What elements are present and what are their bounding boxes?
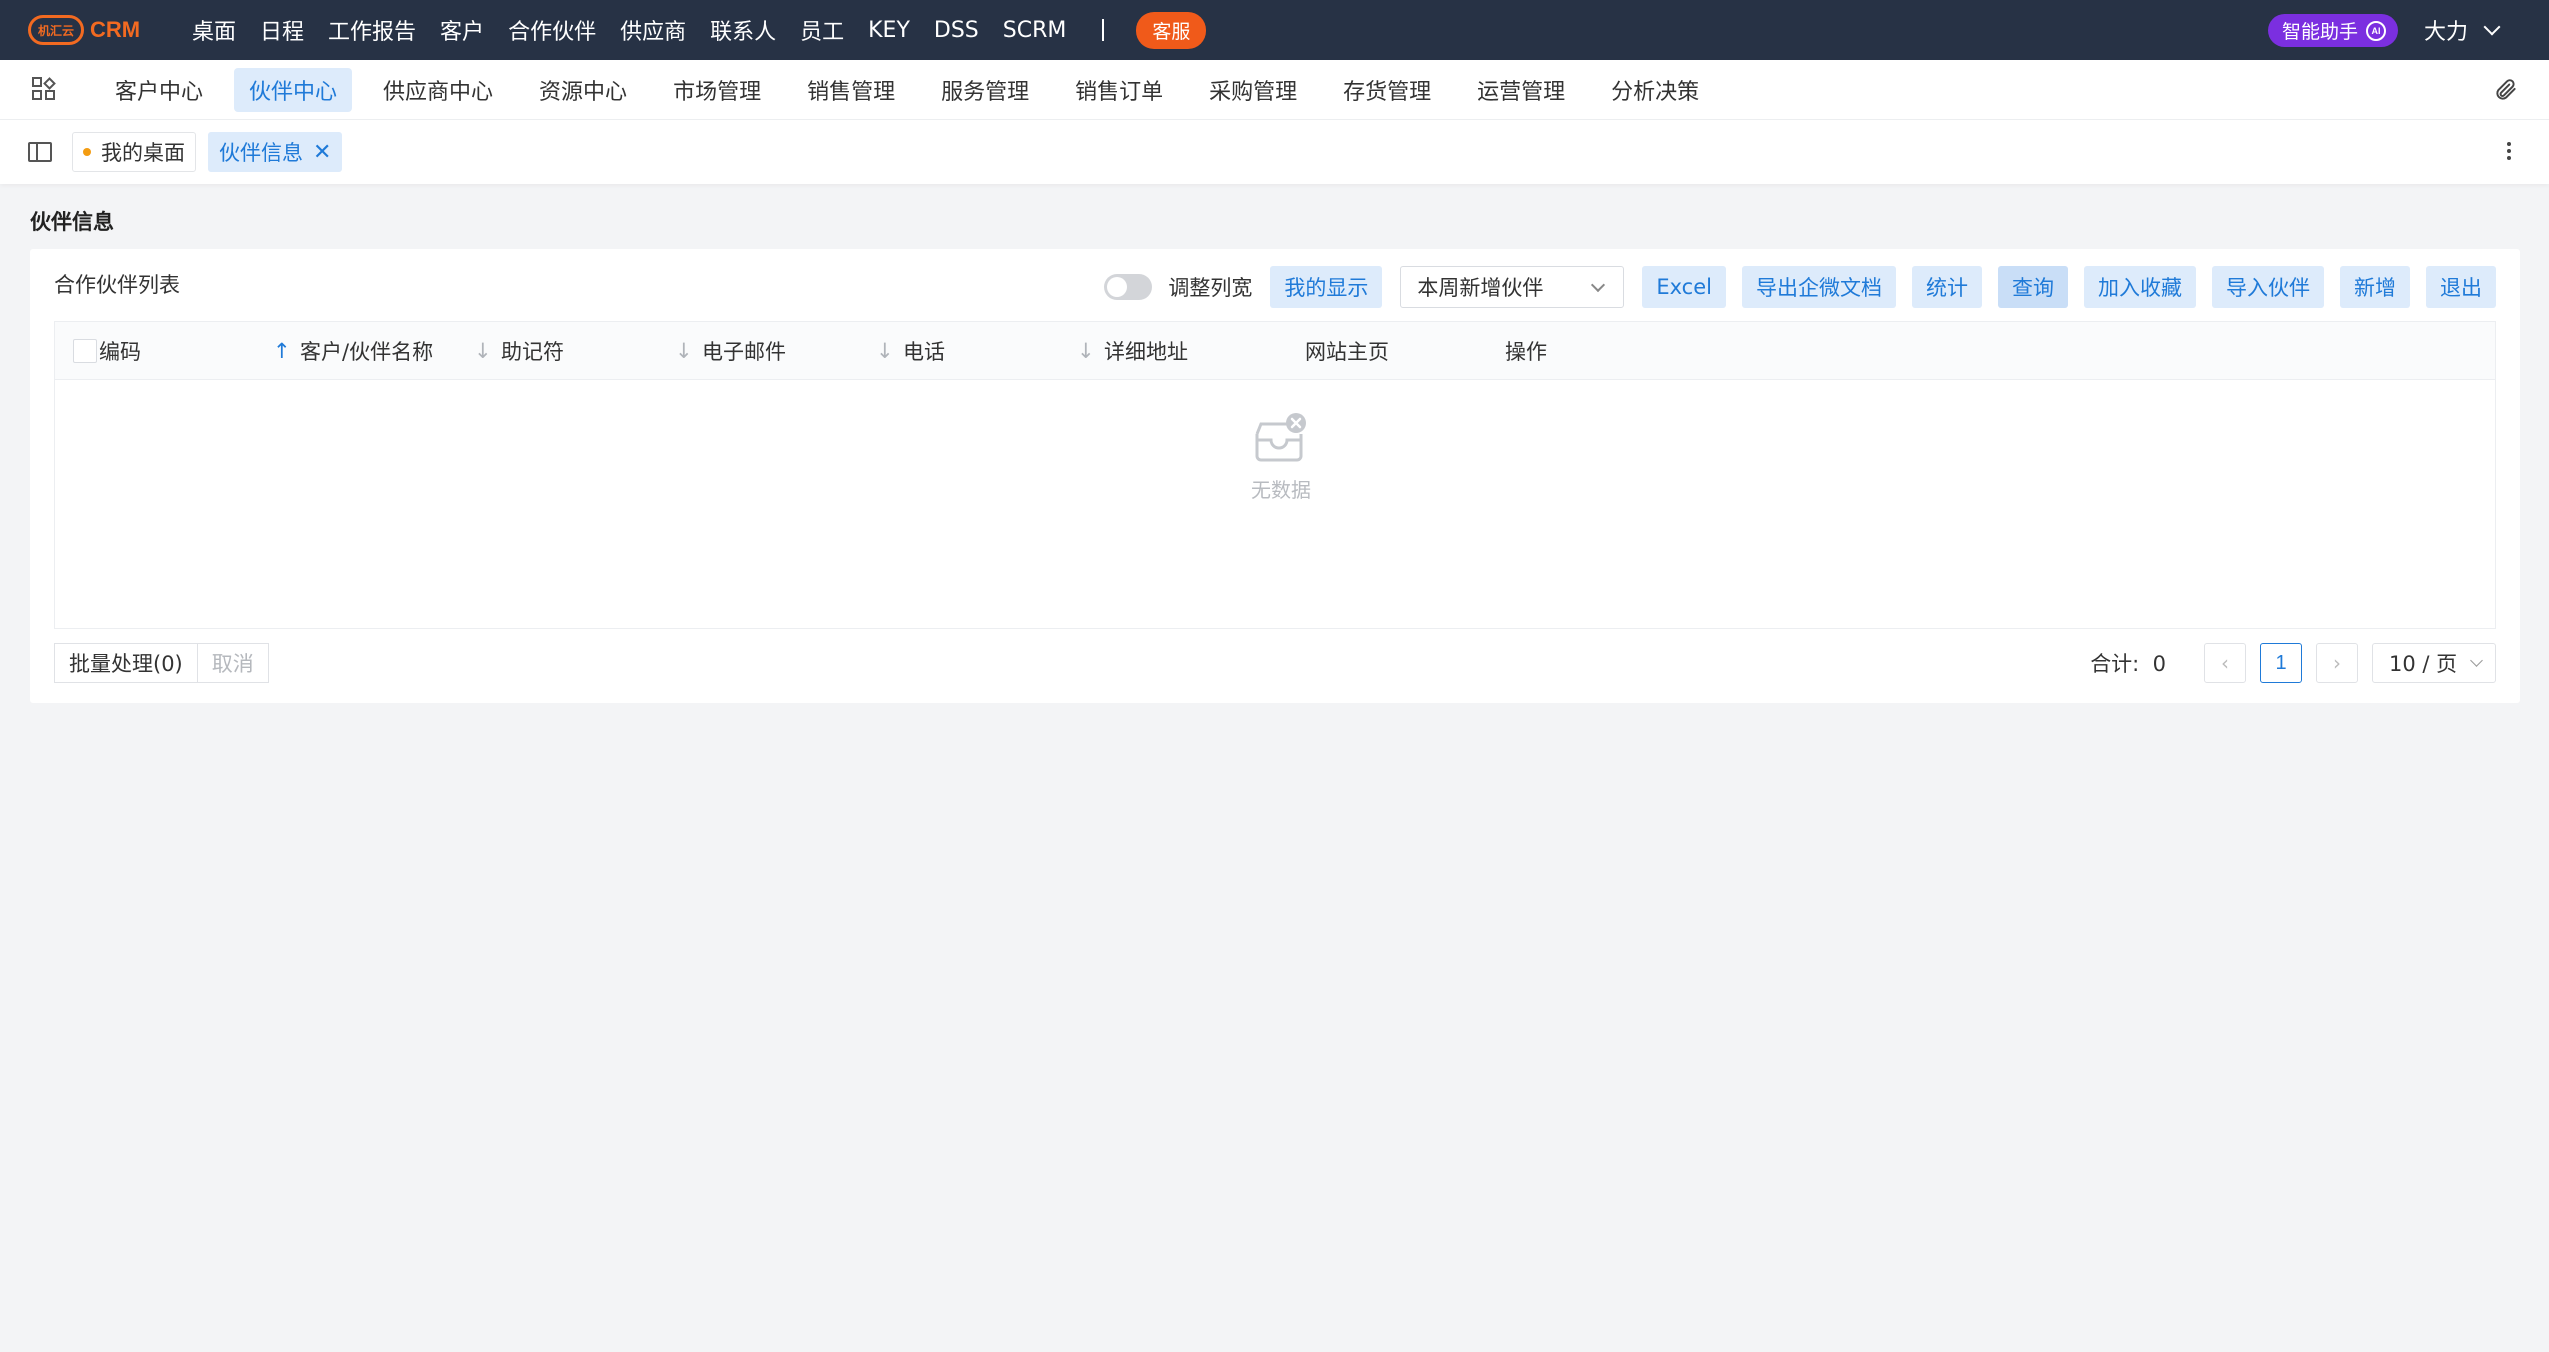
module-tab-inventory[interactable]: 存货管理: [1328, 68, 1446, 112]
module-tab-sales[interactable]: 销售管理: [792, 68, 910, 112]
paperclip-icon[interactable]: [2493, 77, 2519, 103]
module-tab-operations[interactable]: 运营管理: [1462, 68, 1580, 112]
page-size-select[interactable]: 10 / 页: [2372, 643, 2496, 683]
sort-desc-icon[interactable]: ↓: [675, 322, 693, 380]
topnav-item-desktop[interactable]: 桌面: [192, 14, 236, 46]
chevron-down-icon: [2470, 654, 2483, 667]
topnav-item-employee[interactable]: 员工: [800, 14, 844, 46]
my-display-button[interactable]: 我的显示: [1270, 266, 1383, 308]
logo-text: CRM: [90, 17, 141, 42]
add-favorite-button[interactable]: 加入收藏: [2084, 266, 2196, 308]
import-partner-button[interactable]: 导入伙伴: [2212, 266, 2324, 308]
topnav-item-partner[interactable]: 合作伙伴: [508, 14, 596, 46]
adjust-width-label: 调整列宽: [1168, 276, 1253, 300]
module-tab-resource-center[interactable]: 资源中心: [524, 68, 642, 112]
more-vertical-icon[interactable]: [2507, 142, 2511, 162]
topnav-item-dss[interactable]: DSS: [934, 18, 979, 43]
chevron-down-icon: [1591, 277, 1606, 293]
topnav-item-contact[interactable]: 联系人: [710, 14, 776, 46]
batch-process-button[interactable]: 批量处理(0): [54, 643, 198, 683]
partner-list-panel: 合作伙伴列表 调整列宽 我的显示 本周新增伙伴 Excel 导出企微文档 统计 …: [30, 249, 2520, 703]
topnav-item-key[interactable]: KEY: [868, 18, 910, 43]
query-button[interactable]: 查询: [1998, 266, 2068, 308]
panel-title: 合作伙伴列表: [54, 273, 180, 297]
page-size-value: 10 / 页: [2389, 652, 2458, 676]
app-grid-icon[interactable]: [32, 76, 58, 103]
top-nav: 桌面 日程 工作报告 客户 合作伙伴 供应商 联系人 员工 KEY DSS SC…: [192, 11, 1207, 49]
module-tab-partner-center[interactable]: 伙伴中心: [234, 67, 353, 112]
total-count: 合计: 0: [2090, 648, 2166, 678]
sort-desc-icon[interactable]: ↓: [876, 322, 894, 380]
customer-service-button[interactable]: 客服: [1136, 11, 1207, 49]
chevron-down-icon: [2483, 18, 2501, 36]
sort-desc-icon[interactable]: ↓: [474, 322, 492, 380]
module-tabs: 客户中心 伙伴中心 供应商中心 资源中心 市场管理 销售管理 服务管理 销售订单…: [100, 67, 1730, 112]
column-actions: 操作: [1505, 340, 1547, 364]
module-tab-sales-order[interactable]: 销售订单: [1060, 68, 1178, 112]
topnav-item-schedule[interactable]: 日程: [260, 14, 304, 46]
topnav-divider: [1102, 19, 1105, 41]
topnav-item-scrm[interactable]: SCRM: [1003, 18, 1067, 43]
column-website[interactable]: 网站主页: [1305, 322, 1389, 380]
logo-mark: 机汇云: [37, 23, 74, 38]
exit-button[interactable]: 退出: [2426, 266, 2496, 308]
column-code[interactable]: 编码: [99, 322, 141, 380]
pagination: 合计: 0 ‹ 1 › 10 / 页: [2090, 643, 2496, 683]
prev-page-button[interactable]: ‹: [2204, 643, 2246, 683]
empty-state-text: 无数据: [1251, 478, 1311, 502]
statistics-button[interactable]: 统计: [1912, 266, 1982, 308]
page-tab-home-label: 我的桌面: [101, 141, 185, 165]
total-label: 合计:: [2090, 652, 2140, 676]
user-menu[interactable]: 大力: [2424, 14, 2501, 46]
page-tabs-bar: 我的桌面 伙伴信息 ✕: [0, 120, 2549, 184]
column-phone[interactable]: 电话: [903, 322, 945, 380]
empty-inbox-icon: [1255, 413, 1306, 462]
column-address[interactable]: 详细地址: [1104, 322, 1188, 380]
module-tab-service[interactable]: 服务管理: [926, 68, 1044, 112]
page-tab-partner-info-label: 伙伴信息: [219, 141, 303, 165]
add-button[interactable]: 新增: [2340, 266, 2410, 308]
filter-select[interactable]: 本周新增伙伴: [1400, 266, 1625, 308]
adjust-width-toggle[interactable]: [1104, 274, 1153, 300]
next-page-button[interactable]: ›: [2316, 643, 2358, 683]
partner-table: 编码 ↑ 客户/伙伴名称 ↓ 助记符 ↓ 电子邮件 ↓ 电话 ↓ 详细地址 网站…: [54, 321, 2496, 629]
top-bar: 机汇云 CRM 桌面 日程 工作报告 客户 合作伙伴 供应商 联系人 员工 KE…: [0, 0, 2549, 60]
export-wecom-doc-button[interactable]: 导出企微文档: [1742, 266, 1896, 308]
user-name: 大力: [2424, 20, 2469, 45]
ai-assistant-button[interactable]: 智能助手 AI: [2268, 14, 2399, 47]
total-value: 0: [2152, 652, 2166, 676]
topnav-item-customer[interactable]: 客户: [440, 14, 484, 46]
filter-select-value: 本周新增伙伴: [1417, 276, 1544, 300]
module-tab-purchase[interactable]: 采购管理: [1194, 68, 1312, 112]
excel-button[interactable]: Excel: [1642, 266, 1726, 308]
module-nav: 客户中心 伙伴中心 供应商中心 资源中心 市场管理 销售管理 服务管理 销售订单…: [0, 60, 2549, 120]
sort-desc-icon[interactable]: ↓: [1077, 322, 1095, 380]
select-all-checkbox[interactable]: [73, 339, 97, 363]
module-tab-analytics[interactable]: 分析决策: [1596, 68, 1714, 112]
page-title: 伙伴信息: [30, 210, 114, 234]
module-tab-supplier-center[interactable]: 供应商中心: [368, 68, 508, 112]
toolbar: 调整列宽 我的显示 本周新增伙伴 Excel 导出企微文档 统计 查询 加入收藏…: [1104, 266, 2496, 308]
page-tab-partner-info[interactable]: 伙伴信息 ✕: [208, 132, 343, 172]
close-icon[interactable]: ✕: [313, 140, 331, 165]
topnav-item-supplier[interactable]: 供应商: [620, 14, 686, 46]
column-name[interactable]: 客户/伙伴名称: [300, 322, 433, 380]
table-header: 编码 ↑ 客户/伙伴名称 ↓ 助记符 ↓ 电子邮件 ↓ 电话 ↓ 详细地址 网站…: [55, 322, 2495, 380]
logo-cloud-icon: 机汇云: [28, 15, 84, 45]
page-tab-home[interactable]: 我的桌面: [72, 132, 196, 172]
sort-asc-icon[interactable]: ↑: [273, 322, 291, 380]
ai-icon: AI: [2366, 20, 2387, 41]
topnav-item-work-report[interactable]: 工作报告: [328, 14, 416, 46]
column-email[interactable]: 电子邮件: [702, 322, 786, 380]
home-dot-icon: [83, 148, 91, 156]
module-tab-marketing[interactable]: 市场管理: [658, 68, 776, 112]
batch-actions: 批量处理(0) 取消: [54, 643, 269, 683]
cancel-button[interactable]: 取消: [197, 643, 269, 683]
ai-assistant-label: 智能助手: [2282, 21, 2359, 43]
logo[interactable]: 机汇云 CRM: [28, 10, 158, 50]
column-mnemonic[interactable]: 助记符: [501, 322, 564, 380]
page-number-button[interactable]: 1: [2260, 643, 2302, 683]
sidebar-toggle-icon[interactable]: [28, 142, 52, 162]
module-tab-customer-center[interactable]: 客户中心: [100, 68, 218, 112]
